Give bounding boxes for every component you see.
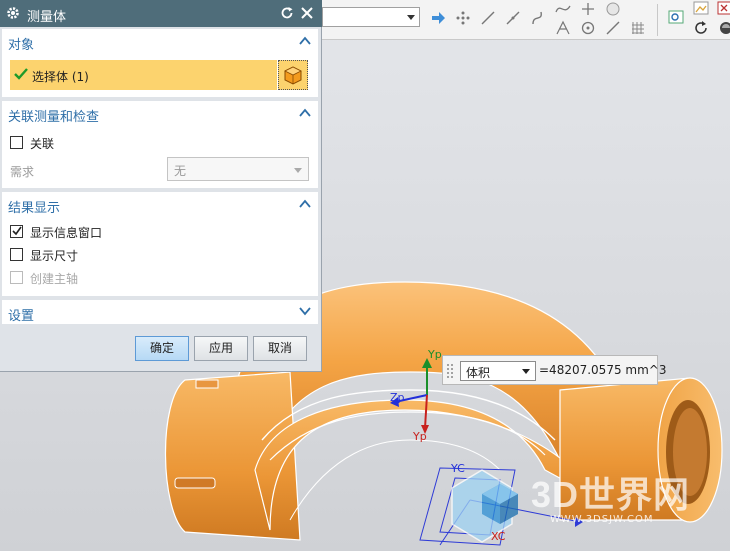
show-dimension-checkbox[interactable] [10, 248, 23, 261]
measure-type-dropdown[interactable]: 体积 [460, 361, 536, 381]
chevron-down-icon [522, 369, 530, 374]
show-dimension-label: 显示尺寸 [30, 249, 79, 263]
associative-section-header[interactable]: 关联测量和检查 [2, 101, 318, 127]
point-grid-icon[interactable] [454, 9, 472, 27]
chevron-down-icon [294, 168, 302, 173]
view-icon[interactable] [667, 8, 685, 26]
drag-handle-icon[interactable] [446, 362, 454, 380]
selection-toolbar [322, 0, 730, 40]
render-icon[interactable] [717, 0, 730, 18]
yp2-axis-label: Yp [413, 430, 427, 443]
filter-dropdown[interactable] [322, 7, 420, 27]
chevron-up-icon[interactable] [299, 108, 311, 118]
results-section: 结果显示 显示信息窗口 显示尺寸 创建主轴 [2, 192, 318, 296]
plus-icon[interactable] [579, 0, 597, 18]
associative-label: 关联 [30, 137, 55, 151]
yc-axis-label: YC [451, 462, 465, 475]
settings-section: 设置 [2, 300, 318, 324]
arc-icon[interactable] [554, 19, 572, 37]
measure-type-value: 体积 [466, 366, 491, 380]
associative-section-title: 关联测量和检查 [8, 110, 100, 125]
check-icon [14, 68, 28, 80]
chevron-down-icon[interactable] [299, 306, 311, 316]
results-section-title: 结果显示 [8, 201, 61, 216]
create-principal-axes-checkbox [10, 271, 23, 284]
curve-icon[interactable] [529, 9, 547, 27]
chevron-down-icon [407, 15, 415, 20]
yp-axis-label: Yp [428, 348, 442, 361]
settings-section-header[interactable]: 设置 [2, 300, 318, 326]
results-section-header[interactable]: 结果显示 [2, 192, 318, 218]
xc-axis-label: XC [491, 530, 506, 543]
zp-axis-label: Zp [390, 391, 405, 404]
create-principal-axes-label: 创建主轴 [30, 272, 79, 286]
close-icon[interactable] [299, 5, 315, 21]
object-section-header[interactable]: 对象 [2, 29, 318, 55]
select-body-label: 选择体 (1) [32, 70, 89, 84]
spline-icon[interactable] [554, 0, 572, 18]
settings-section-title: 设置 [8, 309, 35, 324]
select-body-button[interactable] [278, 60, 308, 90]
line-2-icon[interactable] [504, 9, 522, 27]
dialog-title: 测量体 [27, 10, 67, 25]
requirement-label: 需求 [10, 165, 35, 179]
solid-body-icon [284, 66, 302, 85]
arrow-right-icon[interactable] [429, 9, 447, 27]
measurement-readout[interactable]: 体积 =48207.0575 mm^3 [442, 355, 666, 385]
chevron-up-icon[interactable] [299, 36, 311, 46]
shade-icon[interactable] [717, 19, 730, 37]
object-section: 对象 选择体 (1) [2, 29, 318, 97]
requirement-dropdown[interactable]: 无 [167, 157, 309, 181]
gear-icon[interactable] [5, 5, 21, 21]
select-body-row[interactable]: 选择体 (1) [10, 60, 277, 90]
measure-body-dialog: 测量体 对象 选择体 (1) 关联测量和检查 关联 需求 无 结果显示 显示信息… [0, 0, 322, 372]
requirement-value: 无 [174, 164, 187, 178]
checkmark-icon [12, 226, 22, 236]
grid-icon[interactable] [629, 19, 647, 37]
watermark-logo-text: 3D世界网 [531, 474, 691, 515]
measure-value: =48207.0575 mm^3 [539, 363, 667, 377]
line-3-icon[interactable] [604, 19, 622, 37]
associative-checkbox[interactable] [10, 136, 23, 149]
cloud-icon[interactable] [604, 0, 622, 18]
object-section-title: 对象 [8, 38, 35, 53]
rotate-icon[interactable] [692, 19, 710, 37]
apply-button[interactable]: 应用 [194, 336, 248, 361]
show-info-window-checkbox[interactable] [10, 225, 23, 238]
image-icon[interactable] [692, 0, 710, 18]
dialog-titlebar[interactable]: 测量体 [0, 0, 322, 27]
associative-section: 关联测量和检查 关联 需求 无 [2, 101, 318, 188]
cancel-button[interactable]: 取消 [253, 336, 307, 361]
toolbar-separator [657, 4, 658, 36]
chevron-up-icon[interactable] [299, 199, 311, 209]
circle-icon[interactable] [579, 19, 597, 37]
reset-icon[interactable] [279, 5, 295, 21]
watermark-url: WWW.3DSJW.COM [550, 514, 654, 525]
line-icon[interactable] [479, 9, 497, 27]
show-info-window-label: 显示信息窗口 [30, 226, 103, 240]
ok-button[interactable]: 确定 [135, 336, 189, 361]
